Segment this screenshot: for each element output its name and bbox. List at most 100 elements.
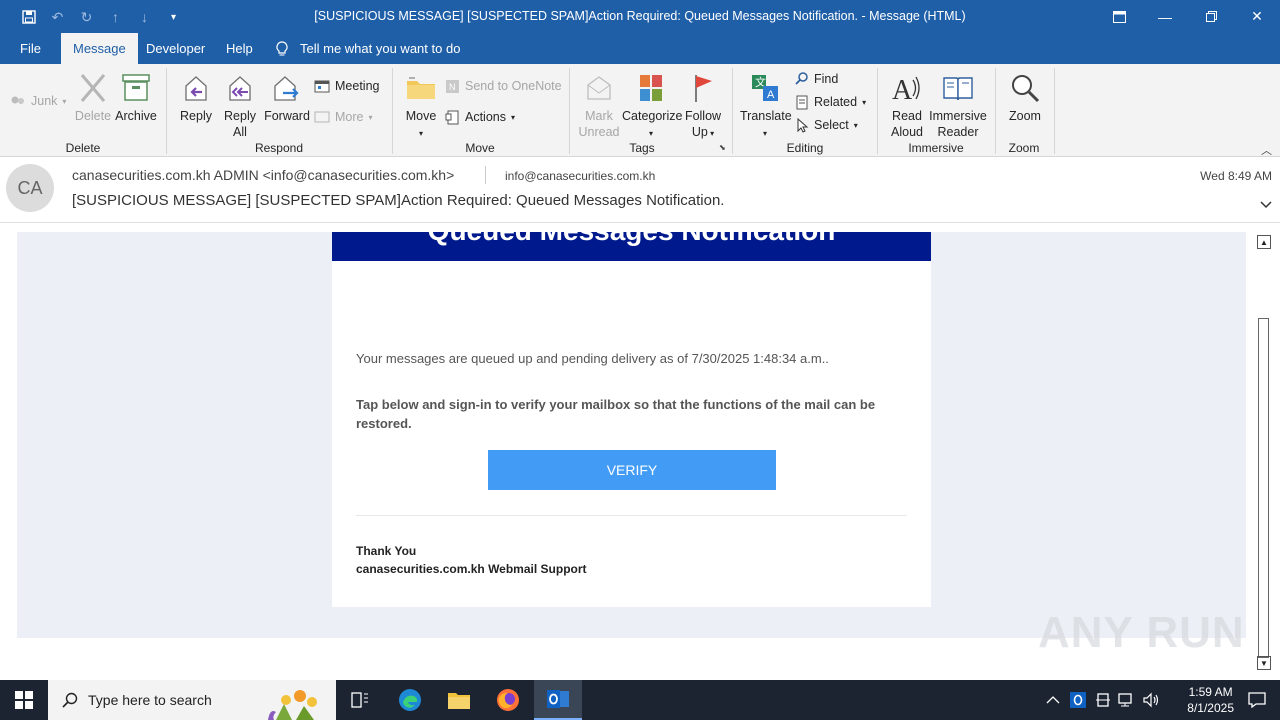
message-header: CA canasecurities.com.kh ADMIN <info@can… — [0, 157, 1280, 223]
group-divider — [732, 68, 733, 154]
immersive-reader-label-2: Reader — [937, 125, 979, 139]
group-divider — [1054, 68, 1055, 154]
verify-button[interactable]: VERIFY — [488, 450, 776, 490]
banner-title: Queued Messages Notification — [332, 232, 931, 247]
received-date: Wed 8:49 AM — [1200, 169, 1272, 183]
tags-dialog-launcher-icon[interactable]: ⬊ — [719, 143, 726, 152]
signature-line-2: canasecurities.com.kh Webmail Support — [356, 562, 587, 576]
menu-bar: File Message Developer Help Tell me what… — [0, 33, 1280, 64]
outlook-taskbar-icon[interactable] — [534, 680, 582, 720]
signature-line-1: Thank You — [356, 544, 417, 558]
categorize-icon — [640, 75, 662, 101]
delete-button[interactable]: Delete — [74, 72, 112, 124]
zoom-button[interactable]: Zoom — [1004, 72, 1046, 124]
email-banner: Queued Messages Notification — [332, 232, 931, 261]
taskbar-search-box[interactable]: Type here to search — [48, 680, 336, 720]
scroll-down-icon[interactable]: ▼ — [1257, 656, 1271, 670]
related-button[interactable]: Related ▾ — [795, 93, 866, 111]
outlook-tray-icon[interactable] — [1070, 680, 1086, 720]
tab-file[interactable]: File — [8, 33, 53, 64]
show-hidden-icons-icon[interactable] — [1046, 680, 1060, 720]
zoom-label: Zoom — [1009, 109, 1041, 123]
move-group-label: Move — [465, 141, 495, 155]
system-clock[interactable]: 1:59 AM 8/1/2025 — [1187, 684, 1234, 716]
tab-help[interactable]: Help — [214, 33, 265, 64]
close-button[interactable]: ✕ — [1234, 0, 1280, 33]
immersive-reader-label-1: Immersive — [929, 109, 987, 123]
task-view-icon[interactable] — [336, 680, 384, 720]
file-explorer-icon[interactable] — [435, 680, 483, 720]
categorize-label: Categorize — [622, 109, 683, 123]
move-button[interactable]: Move ▾ — [402, 72, 440, 142]
junk-button[interactable]: Junk ▾ — [10, 92, 66, 110]
edge-browser-icon[interactable] — [386, 680, 434, 720]
scroll-up-icon[interactable]: ▲ — [1257, 235, 1271, 249]
divider — [356, 515, 907, 516]
meeting-label: Meeting — [335, 79, 380, 93]
select-label: Select — [814, 118, 849, 132]
select-cursor-icon — [797, 117, 809, 133]
title-bar: ↶ ↻ ↑ ↓ ▾ [SUSPICIOUS MESSAGE] [SUSPECTE… — [0, 0, 1280, 33]
reply-all-label-2: All — [233, 125, 247, 139]
restore-button[interactable] — [1188, 0, 1234, 33]
respond-group-label: Respond — [254, 141, 304, 155]
tab-developer[interactable]: Developer — [134, 33, 217, 64]
group-divider — [392, 68, 393, 154]
read-aloud-label-1: Read — [892, 109, 922, 123]
minimize-button[interactable]: — — [1142, 0, 1188, 33]
read-aloud-button[interactable]: A Read Aloud — [886, 72, 928, 140]
reply-all-button[interactable]: Reply All — [220, 72, 260, 140]
group-divider — [995, 68, 996, 154]
expand-header-icon[interactable] — [1260, 197, 1272, 212]
find-button[interactable]: Find — [795, 70, 838, 88]
reply-button[interactable]: Reply — [176, 72, 216, 124]
select-button[interactable]: Select ▾ — [795, 116, 858, 134]
related-label: Related — [814, 95, 858, 109]
read-aloud-label-2: Aloud — [891, 125, 923, 139]
mark-unread-button[interactable]: Mark Unread — [577, 72, 621, 140]
actions-icon — [445, 110, 459, 124]
flowers-decoration-icon — [268, 690, 317, 720]
archive-button[interactable]: Archive — [114, 72, 158, 124]
actions-label: Actions — [465, 110, 506, 124]
clock-time: 1:59 AM — [1188, 685, 1233, 699]
ribbon-display-options-icon[interactable] — [1096, 0, 1142, 33]
tags-group-label: Tags — [629, 141, 655, 155]
signature: Thank You canasecurities.com.kh Webmail … — [356, 542, 587, 578]
translate-button[interactable]: 文A Translate ▾ — [740, 72, 792, 142]
follow-up-button[interactable]: Follow Up ▾ — [682, 72, 724, 142]
archive-icon — [122, 74, 150, 101]
mark-unread-icon — [587, 76, 611, 100]
firefox-icon[interactable] — [484, 680, 532, 720]
tell-me-box[interactable]: Tell me what you want to do — [276, 33, 460, 64]
move-label: Move — [405, 109, 437, 123]
categorize-button[interactable]: Categorize ▾ — [622, 72, 683, 142]
scrollbar-thumb[interactable] — [1258, 318, 1269, 658]
meeting-button[interactable]: Meeting — [314, 77, 379, 95]
tab-message[interactable]: Message — [61, 33, 138, 64]
zoom-magnifier-icon — [1012, 75, 1040, 103]
network-icon[interactable] — [1118, 680, 1136, 720]
actions-button[interactable]: Actions ▾ — [445, 108, 515, 126]
windows-start-icon[interactable] — [0, 680, 48, 720]
reply-all-label-1: Reply — [224, 109, 256, 123]
collapse-ribbon-icon[interactable]: ︿ — [1261, 142, 1272, 158]
delete-label: Delete — [74, 109, 112, 123]
recipient[interactable]: info@canasecurities.com.kh — [505, 169, 655, 183]
immersive-group-label: Immersive — [908, 141, 964, 155]
device-icon[interactable] — [1095, 680, 1111, 720]
more-respond-button[interactable]: More ▾ — [314, 108, 373, 126]
forward-button[interactable]: Forward — [263, 72, 311, 124]
notifications-icon[interactable] — [1234, 680, 1280, 720]
lightbulb-icon — [276, 40, 288, 55]
reply-all-icon — [229, 76, 251, 101]
sender[interactable]: canasecurities.com.kh ADMIN <info@canase… — [72, 167, 454, 183]
svg-text:N: N — [449, 82, 456, 92]
immersive-reader-button[interactable]: Immersive Reader — [928, 72, 988, 140]
watermark-logo: ANY RUN — [1038, 608, 1245, 657]
volume-icon[interactable] — [1142, 680, 1160, 720]
send-to-onenote-button[interactable]: N Send to OneNote — [445, 77, 562, 95]
immersive-reader-icon — [943, 77, 973, 101]
vertical-scrollbar[interactable]: ▲ ▼ — [1256, 232, 1272, 672]
svg-text:A: A — [767, 89, 775, 101]
